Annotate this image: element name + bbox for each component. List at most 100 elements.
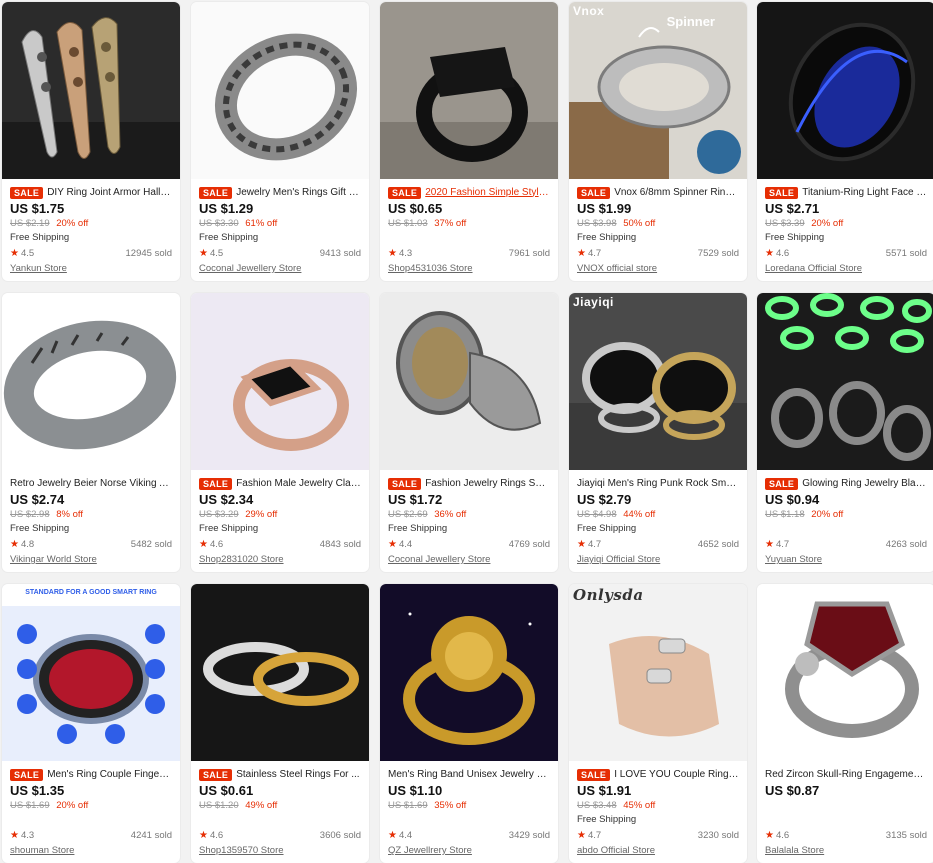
shipping-info: Free Shipping: [765, 232, 825, 243]
product-card[interactable]: Red Zircon Skull-Ring Engagement-... US …: [757, 584, 933, 863]
product-title[interactable]: DIY Ring Joint Armor Hallo...: [47, 186, 172, 200]
store-link[interactable]: Loredana Official Store: [765, 262, 927, 275]
store-link[interactable]: shouman Store: [10, 844, 172, 857]
shipping-info: Free Shipping: [10, 523, 70, 534]
product-title[interactable]: Red Zircon Skull-Ring Engagement-...: [765, 768, 927, 782]
product-image[interactable]: [380, 584, 558, 761]
sold-count: 4652 sold: [697, 539, 739, 550]
sale-badge: SALE: [577, 186, 611, 199]
original-price: US $3.48: [577, 800, 617, 811]
product-title[interactable]: Fashion Male Jewelry Clas...: [236, 477, 361, 491]
store-link[interactable]: Vikingar World Store: [10, 553, 172, 566]
store-link[interactable]: Coconal Jewellery Store: [388, 553, 550, 566]
product-card[interactable]: SALE Fashion Jewelry Rings Sold... US $1…: [380, 293, 558, 572]
product-price: US $1.29: [199, 201, 254, 216]
product-card[interactable]: Onlysda SALE I LOVE YOU Couple Rings ...…: [569, 584, 747, 863]
product-card[interactable]: SALE Titanium-Ring Light Face S... US $2…: [757, 2, 933, 281]
product-image[interactable]: Jiayiqi: [569, 293, 747, 470]
sold-count: 5571 sold: [885, 248, 927, 259]
spinner-ring-photo: [569, 2, 747, 179]
store-link[interactable]: Shop1359570 Store: [199, 844, 361, 857]
product-price: US $2.71: [765, 201, 820, 216]
store-link[interactable]: QZ Jewellrery Store: [388, 844, 550, 857]
sold-count: 4769 sold: [508, 539, 550, 550]
rating-value: 4.3: [20, 830, 35, 841]
sold-count: 4241 sold: [130, 830, 172, 841]
product-card[interactable]: SALE Glowing Ring Jewelry Blac... US $0.…: [757, 293, 933, 572]
discount-label: 8% off: [56, 509, 84, 520]
brand-watermark: Jiayiqi: [573, 295, 614, 309]
product-image[interactable]: [757, 2, 933, 179]
store-link[interactable]: abdo Official Store: [577, 844, 739, 857]
original-price: US $2.69: [388, 509, 428, 520]
rings-on-hand-photo: [569, 584, 747, 761]
smart-ring-photo: [2, 584, 180, 761]
product-title[interactable]: Jiayiqi Men's Ring Punk Rock Smoo...: [577, 477, 739, 491]
product-image[interactable]: [191, 293, 369, 470]
store-link[interactable]: VNOX official store: [577, 262, 739, 275]
product-image[interactable]: [2, 2, 180, 179]
sold-count: 9413 sold: [319, 248, 361, 259]
product-card[interactable]: SALE Fashion Male Jewelry Clas... US $2.…: [191, 293, 369, 572]
rating-value: 4.6: [209, 539, 224, 550]
product-image[interactable]: [191, 584, 369, 761]
product-card[interactable]: Jiayiqi Jiayiqi Men's Ring Punk Rock Smo…: [569, 293, 747, 572]
product-card[interactable]: SALE 2020 Fashion Simple Style... US $0.…: [380, 2, 558, 281]
star-icon: ★: [10, 248, 19, 259]
product-image[interactable]: [757, 584, 933, 761]
star-icon: ★: [577, 539, 586, 550]
product-price: US $0.61: [199, 783, 254, 798]
product-title[interactable]: 2020 Fashion Simple Style...: [425, 186, 550, 200]
product-title[interactable]: Glowing Ring Jewelry Blac...: [802, 477, 927, 491]
product-title[interactable]: I LOVE YOU Couple Rings ...: [614, 768, 739, 782]
shipping-info: [765, 813, 927, 827]
product-title[interactable]: Fashion Jewelry Rings Sold...: [425, 477, 550, 491]
star-icon: ★: [10, 830, 19, 841]
product-image[interactable]: STANDARD FOR A GOOD SMART RING: [2, 584, 180, 761]
product-title[interactable]: Vnox 6/8mm Spinner Ring...: [614, 186, 739, 200]
store-link[interactable]: Balalala Store: [765, 844, 927, 857]
store-link[interactable]: Yuyuan Store: [765, 553, 927, 566]
original-price: US $1.69: [10, 800, 50, 811]
product-image[interactable]: [757, 293, 933, 470]
product-card[interactable]: Vnox Spinner SALE Vnox 6/8mm Spinner Ring…: [569, 2, 747, 281]
product-image[interactable]: [191, 2, 369, 179]
product-title[interactable]: Titanium-Ring Light Face S...: [802, 186, 927, 200]
store-link[interactable]: Yankun Store: [10, 262, 172, 275]
product-card[interactable]: SALE Stainless Steel Rings For ... US $0…: [191, 584, 369, 863]
store-link[interactable]: Coconal Jewellery Store: [199, 262, 361, 275]
sold-count: 4263 sold: [885, 539, 927, 550]
product-card[interactable]: Men's Ring Band Unisex Jewelry C... US $…: [380, 584, 558, 863]
rating-value: 4.7: [587, 539, 602, 550]
product-image[interactable]: [380, 2, 558, 179]
sold-count: 4843 sold: [319, 539, 361, 550]
product-card[interactable]: Retro Jewelry Beier Norse Viking A... US…: [2, 293, 180, 572]
product-image[interactable]: Onlysda: [569, 584, 747, 761]
original-price: US $1.69: [388, 800, 428, 811]
shipping-info: Free Shipping: [388, 523, 448, 534]
gold-lion-ring-photo: [380, 584, 558, 761]
product-title[interactable]: Jewelry Men's Rings Gift M...: [236, 186, 361, 200]
store-link[interactable]: Shop4531036 Store: [388, 262, 550, 275]
rose-gold-onyx-ring-photo: [191, 293, 369, 470]
star-icon: ★: [388, 830, 397, 841]
shipping-info: [388, 231, 550, 245]
original-price: US $4.98: [577, 509, 617, 520]
rating-value: 4.6: [775, 248, 790, 259]
product-card[interactable]: SALE Jewelry Men's Rings Gift M... US $1…: [191, 2, 369, 281]
product-title[interactable]: Stainless Steel Rings For ...: [236, 768, 359, 782]
store-link[interactable]: Shop2831020 Store: [199, 553, 361, 566]
product-title[interactable]: Retro Jewelry Beier Norse Viking A...: [10, 477, 172, 491]
store-link[interactable]: Jiayiqi Official Store: [577, 553, 739, 566]
product-image[interactable]: [380, 293, 558, 470]
product-title[interactable]: Men's Ring Couple Finger ...: [47, 768, 172, 782]
product-card[interactable]: STANDARD FOR A GOOD SMART RING SALE Men'…: [2, 584, 180, 863]
product-title[interactable]: Men's Ring Band Unisex Jewelry C...: [388, 768, 550, 782]
product-image[interactable]: Vnox Spinner: [569, 2, 747, 179]
product-image[interactable]: [2, 293, 180, 470]
discount-label: 45% off: [623, 800, 656, 811]
product-card[interactable]: SALE DIY Ring Joint Armor Hallo... US $1…: [2, 2, 180, 281]
product-price: US $2.74: [10, 492, 65, 507]
shipping-info: [388, 813, 550, 827]
product-price: US $1.72: [388, 492, 443, 507]
